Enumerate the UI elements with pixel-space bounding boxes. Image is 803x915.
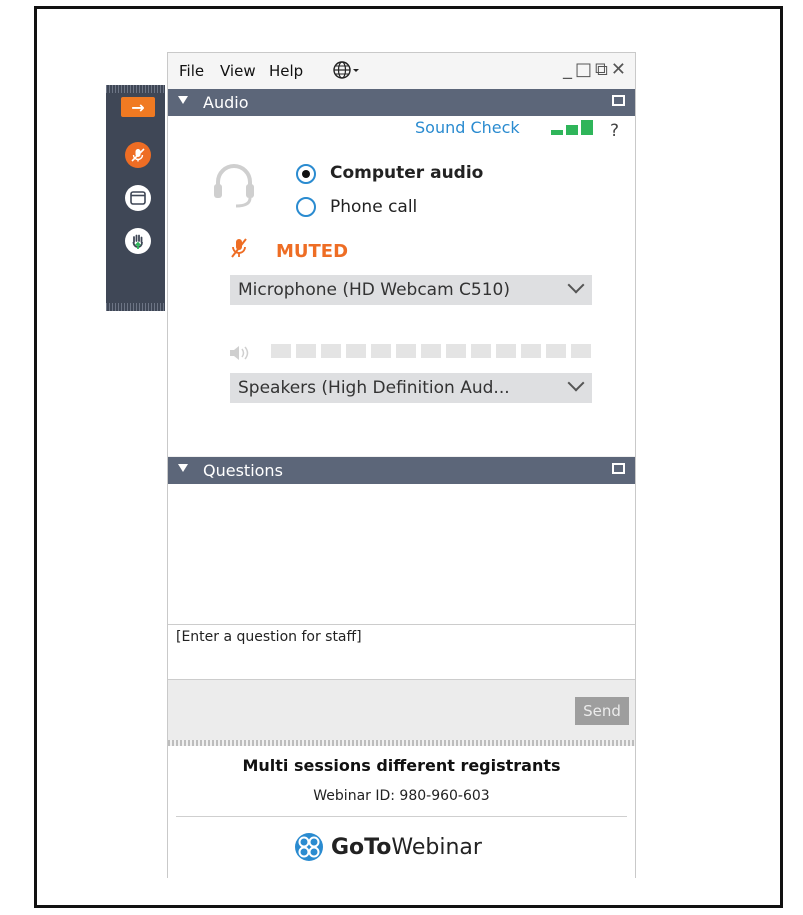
speaker-icon <box>230 346 249 360</box>
menu-bar: File View Help _□⧉✕ <box>168 53 635 89</box>
collapse-triangle-icon[interactable] <box>178 96 188 104</box>
close-button[interactable]: ✕ <box>611 59 629 80</box>
questions-log <box>168 484 635 624</box>
divider <box>176 816 627 817</box>
webinar-title: Multi sessions different registrants <box>242 756 561 775</box>
restore-button[interactable]: ⧉ <box>595 59 611 80</box>
brand-goto: GoTo <box>331 834 392 860</box>
phone-call-label[interactable]: Phone call <box>330 197 417 217</box>
globe-icon[interactable] <box>332 60 362 84</box>
phone-call-radio[interactable] <box>296 197 316 217</box>
speakers-select-value: Speakers (High Definition Aud... <box>238 378 510 398</box>
grip-handle-top[interactable] <box>106 85 165 93</box>
gotowebinar-logo: GoTo Webinar <box>293 830 482 864</box>
microphone-select[interactable]: Microphone (HD Webcam C510) <box>230 275 592 305</box>
microphone-muted-icon[interactable] <box>125 142 151 168</box>
raise-hand-icon[interactable] <box>125 228 151 254</box>
headset-icon <box>214 164 254 208</box>
popout-icon[interactable] <box>612 95 625 106</box>
menu-file[interactable]: File <box>179 62 204 80</box>
arrow-right-icon[interactable]: → <box>121 97 155 117</box>
window-icon[interactable] <box>125 185 151 211</box>
microphone-select-value: Microphone (HD Webcam C510) <box>238 280 511 300</box>
chevron-down-icon <box>567 374 585 392</box>
grip-handle-bottom[interactable] <box>106 303 165 311</box>
brand-webinar: Webinar <box>391 834 482 860</box>
chevron-down-icon <box>567 276 585 294</box>
question-input[interactable]: [Enter a question for staff] <box>168 624 635 680</box>
microphone-muted-icon[interactable] <box>230 237 248 259</box>
menu-view[interactable]: View <box>220 62 256 80</box>
minimize-button[interactable]: _ <box>563 59 575 80</box>
questions-section-header[interactable]: Questions <box>168 457 635 484</box>
computer-audio-radio[interactable] <box>296 164 316 184</box>
side-toolbar: → <box>106 85 165 311</box>
maximize-button[interactable]: □ <box>575 59 595 80</box>
sound-check-link[interactable]: Sound Check <box>415 118 520 137</box>
collapse-triangle-icon[interactable] <box>178 464 188 472</box>
speakers-select[interactable]: Speakers (High Definition Aud... <box>230 373 592 403</box>
gotowebinar-control-panel: File View Help _□⧉✕ Audio Sound Check ? … <box>167 52 636 878</box>
gotowebinar-flower-icon <box>295 833 323 861</box>
muted-status: MUTED <box>276 241 349 262</box>
popout-icon[interactable] <box>612 463 625 474</box>
send-button[interactable]: Send <box>575 697 629 725</box>
window-controls: _□⧉✕ <box>563 59 629 80</box>
menu-help[interactable]: Help <box>269 62 303 80</box>
questions-section-label: Questions <box>203 461 283 480</box>
question-input-placeholder: [Enter a question for staff] <box>176 629 362 645</box>
audio-section-header[interactable]: Audio <box>168 89 635 116</box>
webinar-info-footer: Multi sessions different registrants Web… <box>168 746 635 878</box>
send-area: Send <box>168 680 635 740</box>
webinar-id: Webinar ID: 980-960-603 <box>313 788 490 804</box>
help-icon[interactable]: ? <box>610 121 619 141</box>
audio-section-label: Audio <box>203 93 249 112</box>
computer-audio-label[interactable]: Computer audio <box>330 163 483 183</box>
